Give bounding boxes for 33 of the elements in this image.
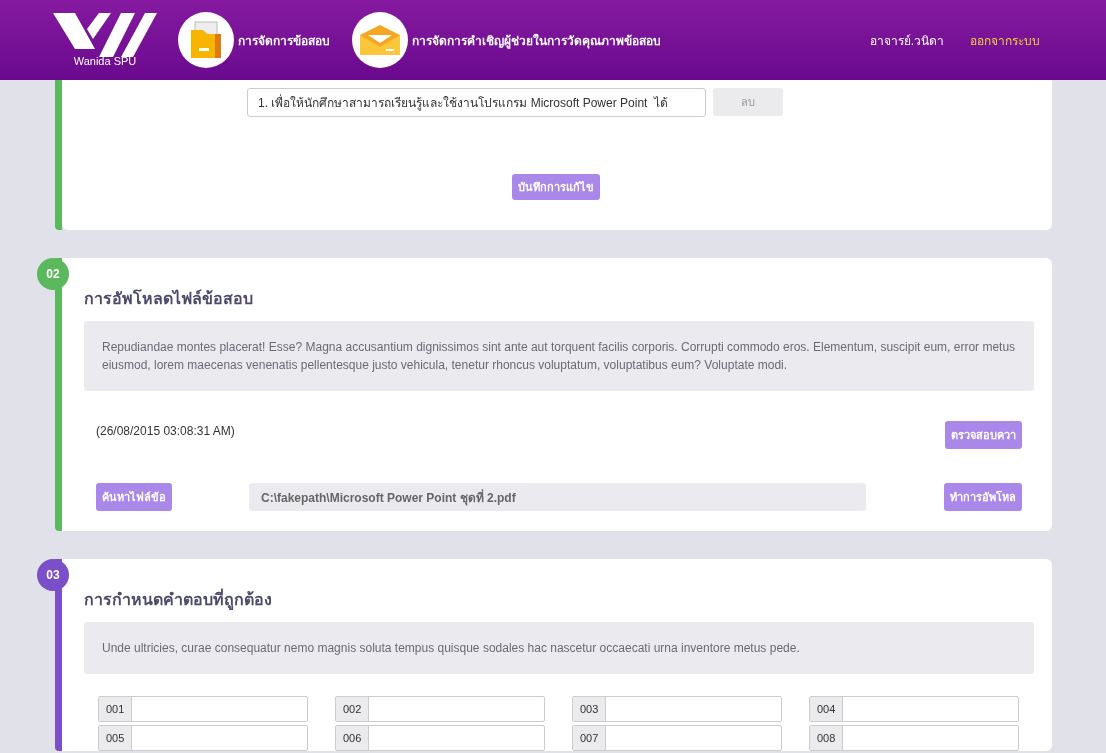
- answer-field[interactable]: 002: [335, 696, 545, 722]
- logo-text: Wanida SPU: [73, 55, 137, 67]
- answer-field[interactable]: 003: [572, 696, 782, 722]
- logo-icon: [53, 13, 157, 57]
- answer-number: 007: [573, 726, 607, 750]
- answer-number: 002: [336, 697, 370, 721]
- answer-field[interactable]: 008: [809, 725, 1019, 751]
- answer-number: 005: [99, 726, 133, 750]
- answer-field[interactable]: 005: [98, 725, 308, 751]
- section-description: Unde ultricies, curae consequatur nemo magnis soluta tempus quisque sodales hac nascetur occaecati urna inventore metus pede.: [84, 622, 1034, 674]
- objective-field[interactable]: 1. เพื่อให้นักศึกษาสามารถเรียนรู้และใช้งานโปรแกรม Microsoft Power Point ได้: [247, 88, 706, 117]
- answer-field[interactable]: 007: [572, 725, 782, 751]
- answer-number: 008: [810, 726, 844, 750]
- answer-number: 004: [810, 697, 844, 721]
- answer-number: 001: [99, 697, 133, 721]
- file-path-field[interactable]: C:\fakepath\Microsoft Power Point ชุดที่ 2.pdf: [249, 483, 866, 511]
- answer-field[interactable]: 006: [335, 725, 545, 751]
- nav-link[interactable]: การจัดการคำเชิญผู้ช่วยในการวัดคุณภาพข้อสอบ: [352, 12, 661, 68]
- user-name[interactable]: อาจารย์.วนิดา: [869, 30, 944, 50]
- upload-timestamp: (26/08/2015 03:08:31 AM): [96, 424, 235, 438]
- answer-number: 003: [573, 697, 607, 721]
- envelope-icon: [358, 23, 402, 57]
- step-badge: 02: [37, 258, 69, 290]
- nav-link[interactable]: การจัดการข้อสอบ: [178, 12, 330, 68]
- section-description: Repudiandae montes placerat! Esse? Magna accusantium dignissimos sint ante aut torquent facilis corporis. Corrupti commodo eros. Elementum, suscipit eum, error metus eiusmod, lorem maecenas venenatis pellentesque justo vehicula, tenetur rhoncus voluptatum, voluptatibus eum? Voluptate modi.: [84, 321, 1034, 391]
- answer-field[interactable]: 004: [809, 696, 1019, 722]
- section-title: การอัพโหลดไฟล์ข้อสอบ: [84, 288, 254, 309]
- folder-icon: [189, 20, 223, 60]
- logout-link[interactable]: ออกจากระบบ: [970, 30, 1040, 50]
- step-badge: 03: [37, 559, 69, 591]
- answer-number: 006: [336, 726, 370, 750]
- answer-field[interactable]: 001: [98, 696, 308, 722]
- section-title: การกำหนดคำตอบที่ถูกต้อง: [84, 559, 1034, 622]
